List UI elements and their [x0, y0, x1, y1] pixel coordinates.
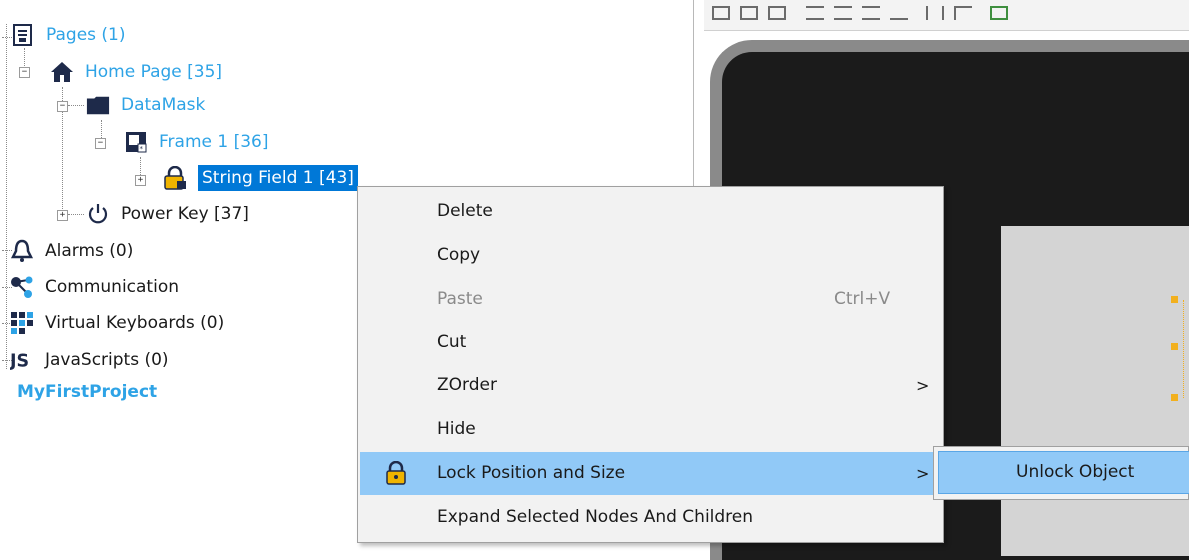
- context-menu: Delete Copy Paste Ctrl+V Cut ZOrder > Hi…: [357, 186, 944, 543]
- javascript-icon: JS: [10, 348, 34, 372]
- tree-node-label: JavaScripts (0): [45, 350, 169, 370]
- menu-item-cut[interactable]: Cut: [360, 321, 941, 364]
- resize-handle[interactable]: [1171, 343, 1178, 350]
- menu-item-hide[interactable]: Hide: [360, 408, 941, 451]
- device-screen[interactable]: [1001, 226, 1189, 556]
- expand-toggle[interactable]: +: [135, 175, 146, 186]
- resize-handle[interactable]: [1171, 296, 1178, 303]
- canvas-toolbar: [704, 0, 1189, 31]
- communication-icon: [10, 275, 34, 299]
- home-icon: [50, 60, 74, 84]
- tree-node-label: DataMask: [121, 95, 206, 115]
- menu-item-unlock-object[interactable]: Unlock Object: [938, 451, 1189, 494]
- menu-item-shortcut: Ctrl+V: [834, 289, 891, 309]
- menu-item-label: Cut: [437, 332, 467, 352]
- tree-node-label: Pages (1): [46, 25, 126, 45]
- menu-item-expand-selected-nodes[interactable]: Expand Selected Nodes And Children: [360, 496, 941, 539]
- tree-node-label: String Field 1 [43]: [198, 165, 358, 191]
- lock-icon: [163, 166, 187, 190]
- menu-item-label: Copy: [437, 245, 481, 265]
- menu-item-label: ZOrder: [437, 375, 497, 395]
- distribute-icon[interactable]: [890, 6, 908, 20]
- menu-item-zorder[interactable]: ZOrder >: [360, 364, 941, 407]
- lock-icon: [385, 460, 407, 490]
- resize-handle[interactable]: [1171, 394, 1178, 401]
- tree-connector: [68, 105, 84, 106]
- project-name: MyFirstProject: [17, 382, 158, 402]
- tree-node-label: Virtual Keyboards (0): [45, 313, 225, 333]
- tree-connector: [6, 24, 7, 369]
- tree-connector: [68, 214, 84, 215]
- svg-text:JS: JS: [10, 351, 29, 371]
- tree-node-label: Power Key [37]: [121, 204, 249, 224]
- collapse-toggle[interactable]: −: [95, 138, 106, 149]
- selection-outline: [1183, 300, 1185, 398]
- collapse-toggle[interactable]: −: [57, 101, 68, 112]
- expand-toggle[interactable]: +: [57, 210, 68, 221]
- menu-item-lock-position-and-size[interactable]: Lock Position and Size >: [360, 452, 941, 495]
- menu-item-label: Hide: [437, 419, 476, 439]
- tree-node-power-key[interactable]: Power Key [37]: [86, 199, 249, 229]
- zoom-out-icon[interactable]: [740, 6, 758, 20]
- menu-item-label: Expand Selected Nodes And Children: [437, 507, 754, 527]
- tree-node-alarms[interactable]: Alarms (0): [10, 236, 133, 266]
- tree-node-frame[interactable]: * Frame 1 [36]: [124, 127, 269, 157]
- svg-text:*: *: [140, 145, 144, 153]
- tree-node-communication[interactable]: Communication: [10, 272, 179, 302]
- keyboard-icon: [10, 311, 34, 335]
- tree-node-home-page[interactable]: Home Page [35]: [50, 57, 222, 87]
- tree-node-label: Alarms (0): [45, 241, 134, 261]
- align-bottom-icon[interactable]: [862, 6, 880, 20]
- tree-node-string-field[interactable]: String Field 1 [43]: [163, 163, 358, 193]
- tree-node-label: Communication: [45, 277, 179, 297]
- power-icon: [86, 202, 110, 226]
- frame-icon: *: [124, 130, 148, 154]
- menu-item-label: Delete: [437, 201, 493, 221]
- submenu-arrow-icon: >: [916, 376, 930, 395]
- zoom-fit-icon[interactable]: [768, 6, 786, 20]
- pages-icon: [11, 23, 35, 47]
- menu-item-label: Lock Position and Size: [437, 463, 626, 483]
- alarm-bell-icon: [10, 239, 34, 263]
- menu-item-copy[interactable]: Copy: [360, 234, 941, 277]
- menu-item-delete[interactable]: Delete: [360, 190, 941, 233]
- arrange-icon[interactable]: [954, 6, 972, 20]
- align-middle-icon[interactable]: [834, 6, 852, 20]
- size-icon[interactable]: [926, 6, 944, 20]
- tree-node-label: Frame 1 [36]: [159, 132, 269, 152]
- tree-node-javascripts[interactable]: JS JavaScripts (0): [10, 345, 169, 375]
- menu-item-label: Unlock Object: [1016, 462, 1135, 482]
- menu-item-paste[interactable]: Paste Ctrl+V: [360, 278, 941, 321]
- tree-connector: [140, 157, 141, 177]
- tree-node-datamask[interactable]: DataMask: [86, 90, 205, 120]
- zoom-in-icon[interactable]: [712, 6, 730, 20]
- grid-icon[interactable]: [990, 6, 1008, 20]
- submenu-arrow-icon: >: [916, 464, 930, 483]
- menu-item-label: Paste: [437, 289, 483, 309]
- collapse-toggle[interactable]: −: [19, 67, 30, 78]
- folder-icon: [86, 93, 110, 117]
- tree-node-virtual-keyboards[interactable]: Virtual Keyboards (0): [10, 308, 224, 338]
- align-top-icon[interactable]: [806, 6, 824, 20]
- tree-node-label: Home Page [35]: [85, 62, 223, 82]
- lock-submenu: Unlock Object: [933, 446, 1189, 500]
- tree-node-pages[interactable]: Pages (1): [11, 20, 126, 50]
